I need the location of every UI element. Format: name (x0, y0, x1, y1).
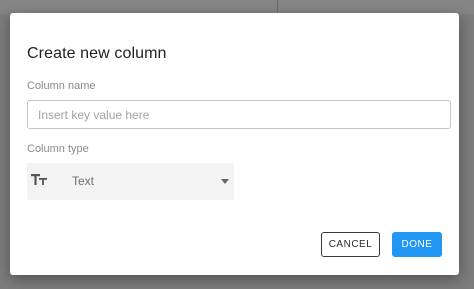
column-name-input[interactable] (27, 100, 451, 129)
column-type-label: Column type (27, 143, 89, 155)
chevron-down-icon (221, 179, 229, 184)
background-header (0, 0, 474, 14)
done-button[interactable]: DONE (392, 232, 442, 257)
create-column-dialog: Create new column Column name Column typ… (10, 13, 459, 275)
column-name-label: Column name (27, 80, 96, 92)
column-type-value: Text (72, 174, 95, 188)
column-type-select[interactable]: Text (27, 163, 234, 200)
text-type-icon (31, 173, 49, 187)
dialog-title: Create new column (27, 45, 167, 62)
cancel-button[interactable]: CANCEL (321, 232, 380, 257)
background-divider (277, 0, 278, 14)
